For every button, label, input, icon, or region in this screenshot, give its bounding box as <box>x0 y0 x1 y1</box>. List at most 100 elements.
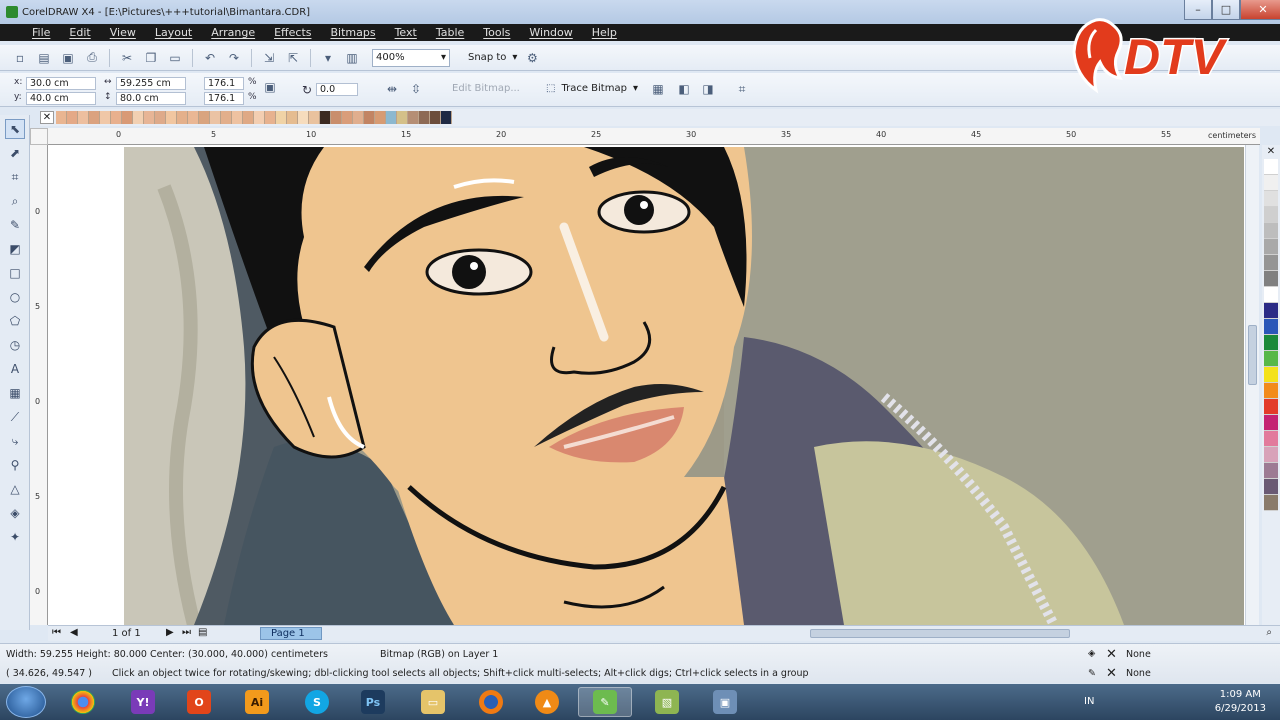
dimension-tool-icon[interactable]: ⟋ <box>5 407 25 427</box>
zoom-tool-icon[interactable]: ⌕ <box>5 191 25 211</box>
palette-swatch[interactable] <box>342 111 353 124</box>
tab-page-1[interactable]: Page 1 <box>260 627 322 640</box>
add-page-icon[interactable]: ▤ <box>198 627 207 638</box>
taskbar-illustrator[interactable]: Ai <box>230 687 284 717</box>
to-front-icon[interactable]: ◧ <box>675 81 693 97</box>
palette-swatch[interactable] <box>1264 351 1278 367</box>
menu-help[interactable]: Help <box>592 26 617 39</box>
menu-effects[interactable]: Effects <box>274 26 311 39</box>
redo-icon[interactable]: ↷ <box>225 50 243 66</box>
palette-swatch[interactable] <box>276 111 287 124</box>
palette-swatch[interactable] <box>309 111 320 124</box>
palette-swatch[interactable] <box>1264 399 1278 415</box>
pick-tool-icon[interactable]: ⬉ <box>5 119 25 139</box>
palette-swatch[interactable] <box>199 111 210 124</box>
palette-swatch[interactable] <box>243 111 254 124</box>
scale-x-field[interactable]: 176.1 <box>204 77 244 90</box>
palette-swatch[interactable] <box>232 111 243 124</box>
polygon-tool-icon[interactable]: ⬠ <box>5 311 25 331</box>
palette-swatch[interactable] <box>122 111 133 124</box>
horizontal-scroll-thumb[interactable] <box>810 629 1070 638</box>
palette-swatch[interactable] <box>1264 463 1278 479</box>
export-icon[interactable]: ⇱ <box>284 50 302 66</box>
palette-swatch[interactable] <box>1264 383 1278 399</box>
palette-swatch[interactable] <box>1264 239 1278 255</box>
rectangle-tool-icon[interactable]: □ <box>5 263 25 283</box>
palette-swatch[interactable] <box>1264 175 1278 191</box>
menu-edit[interactable]: Edit <box>69 26 90 39</box>
palette-swatch[interactable] <box>386 111 397 124</box>
palette-swatch[interactable] <box>254 111 265 124</box>
taskbar-office[interactable]: O <box>172 687 226 717</box>
palette-swatch[interactable] <box>265 111 276 124</box>
connector-tool-icon[interactable]: ⤷ <box>5 431 25 451</box>
palette-swatch[interactable] <box>1264 159 1278 175</box>
vertical-ruler[interactable]: 0 5 0 5 0 <box>30 145 48 625</box>
scroll-thumb[interactable] <box>1248 325 1257 385</box>
palette-swatch[interactable] <box>1264 431 1278 447</box>
language-indicator[interactable]: IN <box>1084 696 1094 707</box>
height-field[interactable]: 80.0 cm <box>116 92 186 105</box>
palette-swatch[interactable] <box>1264 415 1278 431</box>
menu-layout[interactable]: Layout <box>155 26 192 39</box>
open-icon[interactable]: ▤ <box>35 50 53 66</box>
palette-swatch[interactable] <box>1264 255 1278 271</box>
menu-window[interactable]: Window <box>529 26 572 39</box>
palette-swatch[interactable] <box>408 111 419 124</box>
next-page-icon[interactable]: ▶ <box>166 627 174 638</box>
palette-swatch[interactable] <box>1264 319 1278 335</box>
palette-swatch[interactable] <box>353 111 364 124</box>
palette-swatch[interactable] <box>1264 447 1278 463</box>
palette-swatch[interactable] <box>397 111 408 124</box>
new-icon[interactable]: ▫ <box>11 50 29 66</box>
prev-page-icon[interactable]: ◀ <box>70 627 78 638</box>
no-color-swatch[interactable]: ✕ <box>40 111 54 124</box>
palette-swatch[interactable] <box>287 111 298 124</box>
ellipse-tool-icon[interactable]: ○ <box>5 287 25 307</box>
palette-swatch[interactable] <box>1264 287 1278 303</box>
vector-portrait-artwork[interactable] <box>124 147 1244 625</box>
palette-swatch[interactable] <box>221 111 232 124</box>
mirror-v-icon[interactable]: ⇳ <box>407 81 425 97</box>
palette-swatch[interactable] <box>56 111 67 124</box>
convert-icon[interactable]: ⌗ <box>733 81 751 97</box>
paste-icon[interactable]: ▭ <box>166 50 184 66</box>
print-icon[interactable]: ⎙ <box>83 50 101 66</box>
palette-swatch[interactable] <box>320 111 331 124</box>
last-page-icon[interactable]: ⏭ <box>182 627 191 638</box>
snap-to-dropdown[interactable]: Snap to ▾ <box>468 52 517 63</box>
palette-swatch[interactable] <box>375 111 386 124</box>
taskbar-explorer[interactable]: ▭ <box>406 687 460 717</box>
palette-swatch[interactable] <box>1264 335 1278 351</box>
menu-tools[interactable]: Tools <box>483 26 510 39</box>
system-clock[interactable]: 1:09 AM 6/29/2013 <box>1215 688 1266 716</box>
palette-swatch[interactable] <box>100 111 111 124</box>
palette-swatch[interactable] <box>177 111 188 124</box>
cut-icon[interactable]: ✂ <box>118 50 136 66</box>
taskbar-skype[interactable]: S <box>290 687 344 717</box>
palette-swatch[interactable] <box>133 111 144 124</box>
start-button[interactable] <box>6 686 46 718</box>
menu-file[interactable]: File <box>32 26 50 39</box>
palette-swatch[interactable] <box>331 111 342 124</box>
vertical-scrollbar[interactable] <box>1245 145 1259 625</box>
options-icon[interactable]: ⚙ <box>523 50 541 66</box>
palette-swatch[interactable] <box>78 111 89 124</box>
smart-fill-icon[interactable]: ◩ <box>5 239 25 259</box>
palette-swatch[interactable] <box>111 111 122 124</box>
palette-swatch[interactable] <box>1264 223 1278 239</box>
horizontal-ruler[interactable]: 0 5 10 15 20 25 30 35 40 45 50 55 centimeters <box>48 128 1260 145</box>
x-position-field[interactable]: 30.0 cm <box>26 77 96 90</box>
palette-swatch[interactable] <box>1264 271 1278 287</box>
palette-swatch[interactable] <box>155 111 166 124</box>
rotation-angle-field[interactable]: 0.0 <box>316 83 358 96</box>
palette-swatch[interactable] <box>1264 303 1278 319</box>
taskbar-remote[interactable]: ▣ <box>698 687 752 717</box>
palette-swatch[interactable] <box>364 111 375 124</box>
to-back-icon[interactable]: ◨ <box>699 81 717 97</box>
text-tool-icon[interactable]: A <box>5 359 25 379</box>
scale-y-field[interactable]: 176.1 <box>204 92 244 105</box>
palette-swatch[interactable] <box>298 111 309 124</box>
menu-text[interactable]: Text <box>395 26 417 39</box>
taskbar-vlc[interactable]: ▲ <box>520 687 574 717</box>
